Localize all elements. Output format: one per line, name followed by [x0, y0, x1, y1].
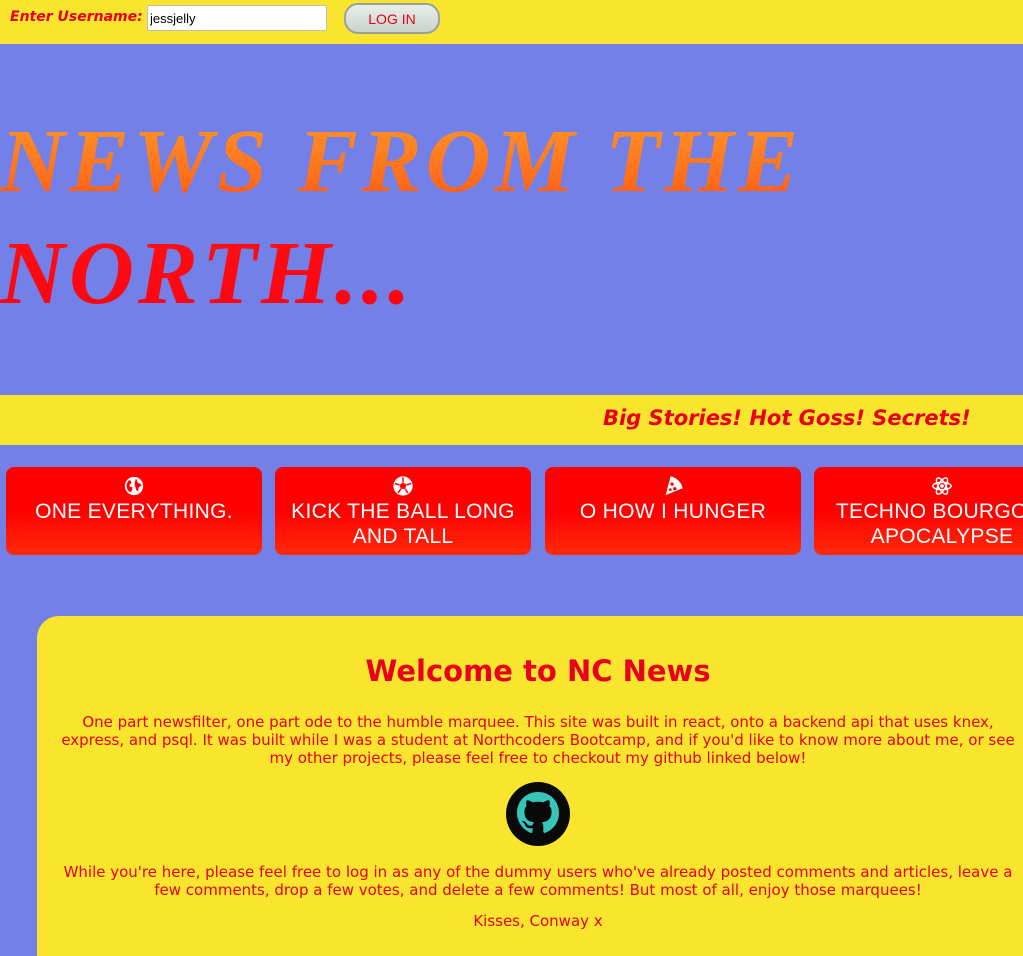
- topic-button-cooking[interactable]: O HOW I HUNGER: [545, 467, 801, 555]
- login-button[interactable]: LOG IN: [344, 3, 440, 34]
- topic-button-football[interactable]: KICK THE BALL LONG AND TALL: [275, 467, 531, 555]
- invite-paragraph: While you're here, please feel free to l…: [63, 863, 1013, 899]
- marquee-text: Big Stories! Hot Goss! Secrets!: [603, 406, 971, 430]
- welcome-title: Welcome to NC News: [365, 654, 711, 688]
- welcome-card: Welcome to NC News One part newsfilter, …: [37, 616, 1023, 956]
- topic-label: KICK THE BALL LONG AND TALL: [291, 500, 515, 548]
- topic-label: TECHNO BOURGOIS APOCALYPSE: [835, 500, 1023, 548]
- atom-icon: [932, 477, 952, 495]
- username-label: Enter Username:: [10, 9, 143, 25]
- username-input[interactable]: [147, 5, 327, 31]
- pizza-icon: [665, 476, 683, 496]
- hero-banner: NEWS FROM THE NORTH...: [0, 44, 1023, 395]
- github-link[interactable]: [506, 782, 570, 846]
- site-title: NEWS FROM THE NORTH...: [0, 106, 860, 330]
- football-icon: [393, 476, 413, 496]
- github-icon: [506, 782, 570, 846]
- topic-button-coding[interactable]: TECHNO BOURGOIS APOCALYPSE: [814, 467, 1023, 555]
- intro-paragraph: One part newsfilter, one part ode to the…: [61, 713, 1015, 767]
- login-bar: Enter Username: LOG IN: [0, 0, 1023, 44]
- topic-label: O HOW I HUNGER: [579, 500, 767, 523]
- topic-label: ONE EVERYTHING.: [35, 500, 233, 523]
- signoff-text: Kisses, Conway x: [473, 912, 603, 930]
- marquee-bar: Big Stories! Hot Goss! Secrets!: [0, 395, 1023, 445]
- globe-icon: [124, 476, 144, 496]
- topic-button-everything[interactable]: ONE EVERYTHING.: [6, 467, 262, 555]
